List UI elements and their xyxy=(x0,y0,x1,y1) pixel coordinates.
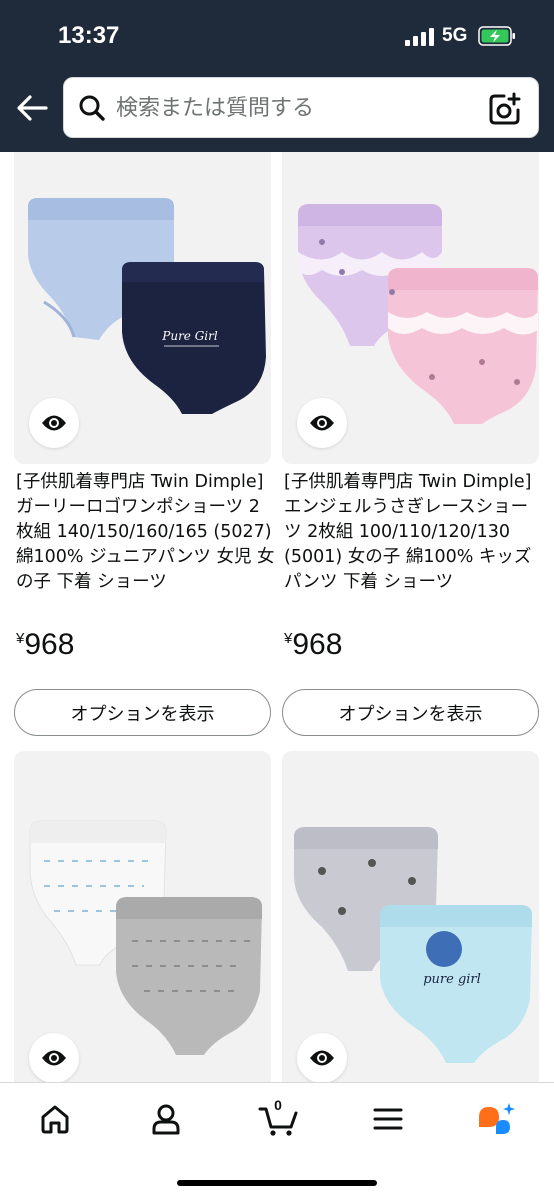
currency-symbol: ¥ xyxy=(16,630,25,647)
nav-account[interactable] xyxy=(146,1099,186,1139)
home-icon xyxy=(41,1105,69,1134)
price-amount: 968 xyxy=(292,628,343,661)
brief-print-text: Pure Girl xyxy=(161,329,218,343)
status-bar: 13:37 5G xyxy=(0,0,554,70)
product-title[interactable]: [子供肌着専門店 Twin Dimple] ガーリーロゴワンポショーツ 2枚組 … xyxy=(16,470,276,595)
search-bar[interactable] xyxy=(63,77,539,138)
ai-assistant-icon xyxy=(479,1103,515,1134)
nav-ai-assistant[interactable] xyxy=(476,1099,516,1139)
nav-home[interactable] xyxy=(35,1099,75,1139)
product-price: ¥968 xyxy=(16,628,74,662)
search-icon xyxy=(79,95,105,121)
quick-view-button[interactable] xyxy=(29,398,79,448)
quick-view-button[interactable] xyxy=(297,1033,347,1082)
back-button[interactable] xyxy=(14,90,50,126)
see-options-button[interactable]: オプションを表示 xyxy=(282,689,539,736)
back-arrow-icon xyxy=(17,95,48,121)
eye-icon xyxy=(310,415,334,431)
product-title[interactable]: [子供肌着専門店 Twin Dimple] エンジェルうさぎレースショーツ 2枚… xyxy=(284,470,544,595)
home-indicator xyxy=(177,1180,377,1186)
network-type: 5G xyxy=(442,25,468,46)
eye-icon xyxy=(42,415,66,431)
battery-charging-icon xyxy=(478,26,515,46)
product-price: ¥968 xyxy=(284,628,342,662)
quick-view-button[interactable] xyxy=(297,398,347,448)
product-image[interactable] xyxy=(282,152,539,464)
signal-icon xyxy=(405,28,434,46)
cart-count: 0 xyxy=(274,1097,282,1113)
quick-view-button[interactable] xyxy=(29,1033,79,1082)
nav-menu[interactable] xyxy=(368,1099,408,1139)
search-input[interactable] xyxy=(116,88,486,128)
brief-print-text: pure girl xyxy=(423,972,481,987)
price-amount: 968 xyxy=(24,628,75,661)
nav-cart[interactable]: 0 xyxy=(258,1097,300,1139)
top-header: 13:37 5G xyxy=(0,0,554,152)
currency-symbol: ¥ xyxy=(284,630,293,647)
status-time: 13:37 xyxy=(58,22,120,49)
see-options-button[interactable]: オプションを表示 xyxy=(14,689,271,736)
menu-icon xyxy=(373,1108,403,1130)
product-image[interactable]: Pure Girl xyxy=(14,152,271,464)
product-image[interactable]: pure girl xyxy=(282,751,539,1082)
eye-icon xyxy=(310,1050,334,1066)
eye-icon xyxy=(42,1050,66,1066)
product-image[interactable] xyxy=(14,751,271,1082)
person-icon xyxy=(152,1104,180,1135)
camera-search-icon[interactable] xyxy=(488,92,522,126)
